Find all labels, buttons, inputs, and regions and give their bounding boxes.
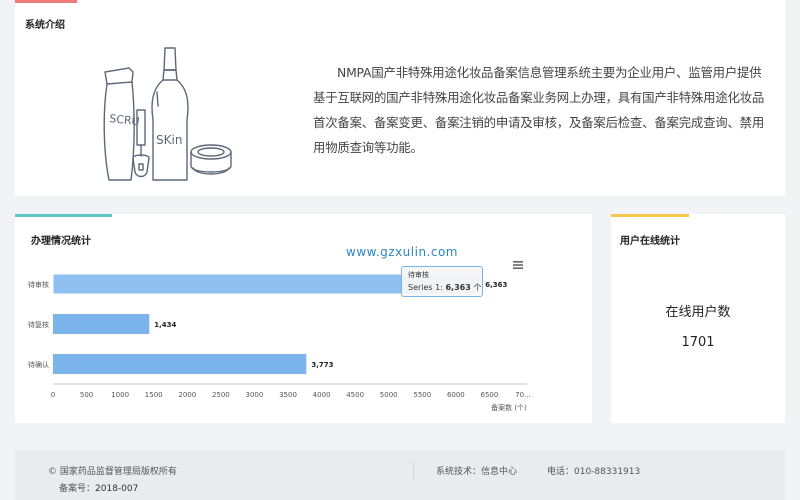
chart-tooltip: 待审核 Series 1: 6,363 个 xyxy=(401,266,483,297)
data-label: 3,773 xyxy=(311,361,333,369)
tube-cap-shape xyxy=(104,67,134,85)
footer-tech-support: 系统技术：信息中心 xyxy=(436,467,518,477)
tooltip-series: Series 1: xyxy=(408,283,446,292)
processing-bar-chart: 待审核 6,363 待复核 1,434 待确认 3,773 0 500 1000 1500 2000… xyxy=(28,273,531,412)
category-label: 待复核 xyxy=(28,320,49,329)
footer-phone: 电话：010-88331913 xyxy=(547,467,641,477)
x-tick-label: 3000 xyxy=(246,391,264,399)
x-tick-label: 6500 xyxy=(481,391,499,399)
tooltip-value-line: Series 1: 6,363 个 xyxy=(408,282,481,293)
tooltip-value: 6,363 xyxy=(445,283,471,292)
tooltip-category: 待审核 xyxy=(408,271,429,279)
panel-accent-bar xyxy=(611,214,689,217)
data-label: 6,363 xyxy=(485,281,507,289)
bottle-label: SKin xyxy=(156,133,182,147)
x-axis-title: 备案数 (个) xyxy=(491,403,527,412)
panel-accent-bar xyxy=(15,0,77,3)
x-tick-label: 5500 xyxy=(413,391,431,399)
watermark-text: www.gzxulin.com xyxy=(346,245,458,259)
x-tick-label: 1000 xyxy=(111,391,129,399)
page-footer: © 国家药品监督管理局版权所有 备案号：2018-007 系统技术：信息中心 电… xyxy=(15,450,785,500)
category-label: 待审核 xyxy=(28,280,49,289)
cosmetics-illustration: SCRU SKin xyxy=(103,47,232,181)
online-users-count: 1701 xyxy=(681,335,715,350)
x-tick-label: 3500 xyxy=(279,391,297,399)
x-tick-label: 2000 xyxy=(178,391,196,399)
system-intro-title: 系统介绍 xyxy=(25,20,65,31)
hamburger-menu-icon[interactable] xyxy=(512,260,524,270)
system-intro-text: NMPA国产非特殊用途化妆品备案信息管理系统主要为企业用户、监管用户提供基于互联… xyxy=(313,65,765,155)
x-tick-label: 2500 xyxy=(212,391,230,399)
footer-icp-label: 备案号： xyxy=(59,484,96,494)
x-tick-label: 5000 xyxy=(380,391,398,399)
x-tick-label: 500 xyxy=(80,391,93,399)
chart-bar xyxy=(53,314,150,334)
x-tick-label: 70... xyxy=(515,391,531,399)
footer-icp-number: 2018-007 xyxy=(95,484,139,494)
online-users-panel: 用户在线统计 在线用户数 1701 xyxy=(611,214,785,423)
tube-body-shape xyxy=(103,81,135,181)
online-users-title: 用户在线统计 xyxy=(620,236,680,247)
online-users-label: 在线用户数 xyxy=(665,305,731,320)
x-tick-label: 0 xyxy=(51,391,55,399)
footer-divider xyxy=(413,462,414,480)
x-tick-label: 4500 xyxy=(346,391,364,399)
processing-stats-panel: 办理情况统计 待审核 6,363 待复核 1,434 待确认 3,773 0 500 1000 1… xyxy=(15,214,592,423)
x-tick-label: 4000 xyxy=(313,391,331,399)
system-intro-panel: 系统介绍 SCRU SKin NMPA国产非特殊用途化妆品备案信息管理系统主要为… xyxy=(15,0,785,196)
tube-label: SCRU xyxy=(109,112,141,128)
footer-copyright: © 国家药品监督管理局版权所有 xyxy=(48,467,177,477)
x-tick-label: 1500 xyxy=(145,391,163,399)
x-tick-label: 6000 xyxy=(447,391,465,399)
footer-icp: 备案号：2018-007 xyxy=(59,481,138,494)
chart-bar xyxy=(53,354,307,374)
category-label: 待确认 xyxy=(28,360,49,369)
data-label: 1,434 xyxy=(154,321,176,329)
tooltip-unit: 个 xyxy=(470,283,482,292)
